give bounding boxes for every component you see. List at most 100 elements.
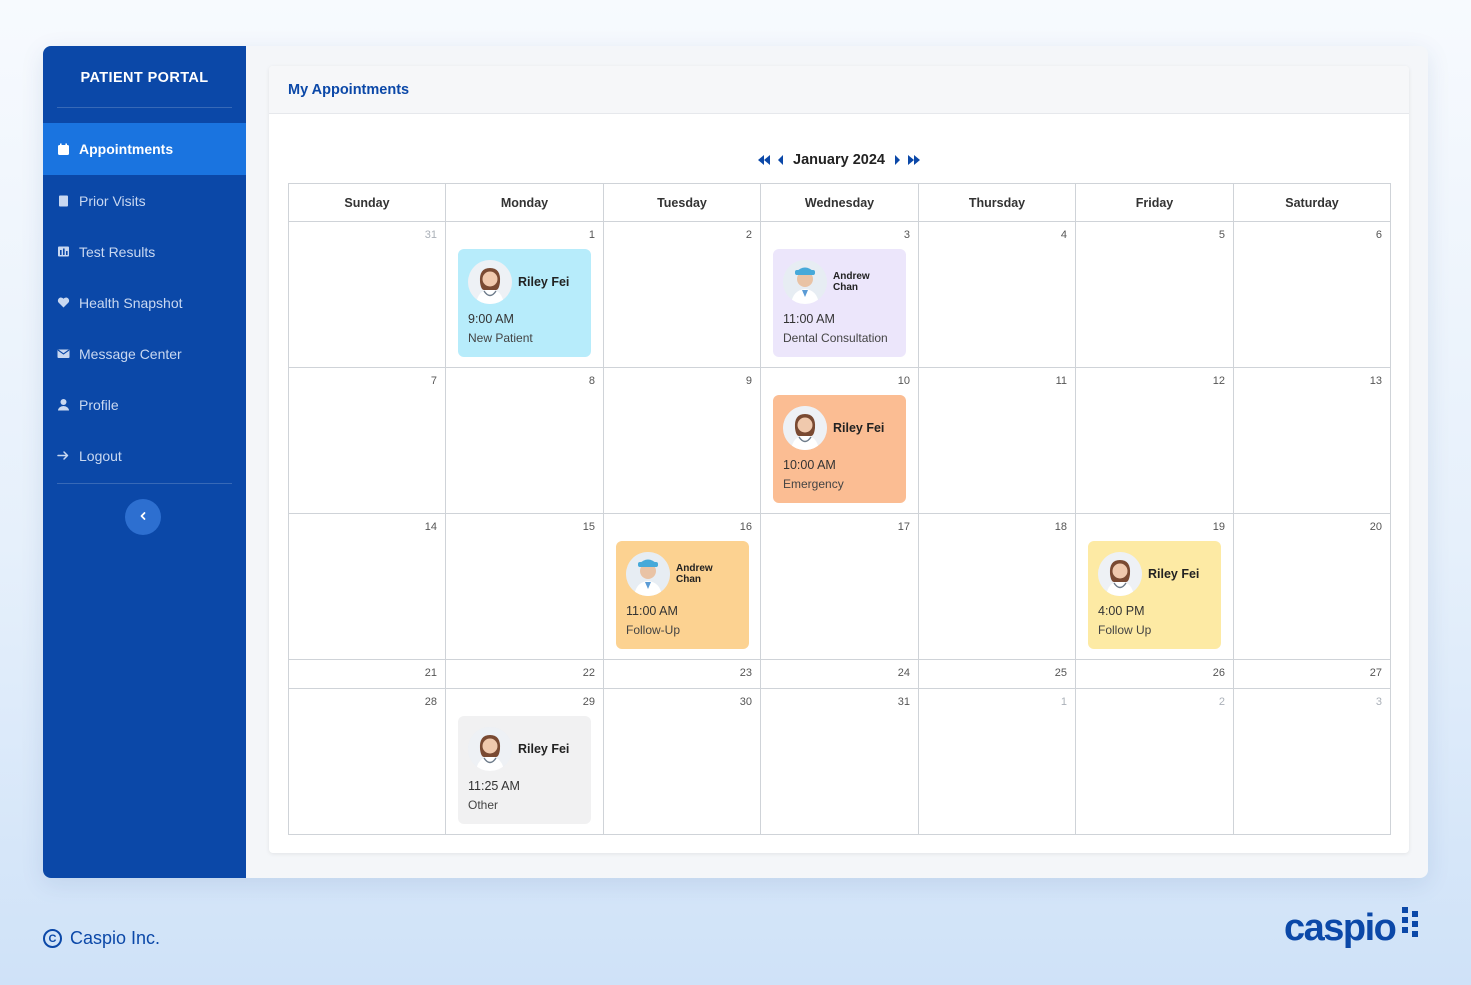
calendar-day-cell[interactable]: 29 Riley Fei 11:25 AM Other <box>446 689 604 834</box>
calendar-day-cell[interactable]: 2 <box>1076 689 1234 834</box>
sidebar-item-label: Message Center <box>79 345 182 362</box>
calendar-day-cell[interactable]: 22 <box>446 660 604 688</box>
calendar-week-row: 31 1 Riley Fei 9:00 AM New Patient 2 3 Andrew C… <box>289 222 1390 368</box>
sidebar-item-logout[interactable]: Logout <box>43 430 246 481</box>
calendar-day-cell[interactable]: 14 <box>289 514 446 659</box>
appointment-time: 11:00 AM <box>783 312 835 326</box>
calendar-day-cell[interactable]: 8 <box>446 368 604 513</box>
doctor-avatar <box>468 727 512 771</box>
calendar-day-cell[interactable]: 23 <box>604 660 761 688</box>
calendar-day-cell[interactable]: 20 <box>1234 514 1390 659</box>
appointment-provider: Riley Fei <box>468 726 581 772</box>
calendar-day-cell[interactable]: 16 Andrew Chan 11:00 AM Follow-Up <box>604 514 761 659</box>
day-number: 2 <box>745 229 752 241</box>
calendar-day-cell[interactable]: 1 <box>919 689 1076 834</box>
calendar-day-cell[interactable]: 7 <box>289 368 446 513</box>
doctor-avatar <box>783 260 827 304</box>
calendar-day-cell[interactable]: 21 <box>289 660 446 688</box>
calendar-day-cell[interactable]: 3 <box>1234 689 1390 834</box>
sidebar-item-test-results[interactable]: Test Results <box>43 226 246 277</box>
day-number: 11 <box>1055 375 1067 387</box>
calendar-week-row: 28 29 Riley Fei 11:25 AM Other 30 31 1 2 3 <box>289 689 1390 834</box>
chart-icon <box>57 245 70 258</box>
day-number: 6 <box>1375 229 1382 241</box>
clipboard-icon <box>57 194 70 207</box>
appointment-card[interactable]: Riley Fei 9:00 AM New Patient <box>458 249 591 357</box>
calendar-day-cell[interactable]: 31 <box>761 689 919 834</box>
calendar-day-cell[interactable]: 6 <box>1234 222 1390 367</box>
calendar-day-cell[interactable]: 4 <box>919 222 1076 367</box>
appointment-time: 10:00 AM <box>783 458 836 472</box>
sidebar-item-message-center[interactable]: Message Center <box>43 328 246 379</box>
weekday-header-thursday: Thursday <box>919 184 1076 221</box>
appointment-time: 11:25 AM <box>468 779 520 793</box>
calendar-day-cell[interactable]: 9 <box>604 368 761 513</box>
sidebar-item-label: Appointments <box>79 141 174 157</box>
calendar-day-cell[interactable]: 15 <box>446 514 604 659</box>
calendar-week-row: 21 22 23 24 25 26 27 <box>289 660 1390 689</box>
previous-month-icon[interactable] <box>777 154 785 166</box>
calendar-day-cell[interactable]: 3 Andrew Chan 11:00 AM Dental Consultation <box>761 222 919 367</box>
appointment-type: Other <box>468 798 499 812</box>
calendar-day-cell[interactable]: 13 <box>1234 368 1390 513</box>
calendar-navigation: January 2024 <box>269 150 1409 170</box>
day-number: 30 <box>739 696 752 708</box>
appointment-card[interactable]: Riley Fei 4:00 PM Follow Up <box>1088 541 1221 649</box>
appointment-type: Follow-Up <box>626 623 681 637</box>
appointment-card[interactable]: Riley Fei 10:00 AM Emergency <box>773 395 906 503</box>
calendar-day-cell[interactable]: 18 <box>919 514 1076 659</box>
calendar-day-cell[interactable]: 5 <box>1076 222 1234 367</box>
calendar-week-row: 14 15 16 Andrew Chan 11:00 AM Follow-Up 17 18 19… <box>289 514 1390 660</box>
copyright: C Caspio Inc. <box>43 928 160 949</box>
next-year-icon[interactable] <box>907 154 921 166</box>
calendar-day-cell[interactable]: 19 Riley Fei 4:00 PM Follow Up <box>1076 514 1234 659</box>
calendar-day-cell[interactable]: 12 <box>1076 368 1234 513</box>
doctor-name: Riley Fei <box>1148 567 1200 581</box>
doctor-name: Andrew Chan <box>676 563 713 585</box>
sidebar: PATIENT PORTAL Appointments Prior Visits T… <box>43 46 246 878</box>
day-number: 19 <box>1212 521 1225 533</box>
calendar-day-cell[interactable]: 31 <box>289 222 446 367</box>
calendar-day-cell[interactable]: 28 <box>289 689 446 834</box>
appointment-time: 11:00 AM <box>626 604 678 618</box>
calendar-day-cell[interactable]: 24 <box>761 660 919 688</box>
appointment-card[interactable]: Andrew Chan 11:00 AM Follow-Up <box>616 541 749 649</box>
day-number: 12 <box>1212 375 1225 387</box>
calendar-day-cell[interactable]: 30 <box>604 689 761 834</box>
sidebar-item-label: Test Results <box>79 243 156 260</box>
day-number: 20 <box>1369 521 1382 533</box>
calendar-day-cell[interactable]: 2 <box>604 222 761 367</box>
doctor-avatar <box>626 552 670 596</box>
calendar-day-cell[interactable]: 10 Riley Fei 10:00 AM Emergency <box>761 368 919 513</box>
weekday-header-row: Sunday Monday Tuesday Wednesday Thursday Frid… <box>289 184 1390 222</box>
appointment-card[interactable]: Riley Fei 11:25 AM Other <box>458 716 591 824</box>
calendar-day-cell[interactable]: 11 <box>919 368 1076 513</box>
calendar-day-cell[interactable]: 25 <box>919 660 1076 688</box>
doctor-avatar <box>1098 552 1142 596</box>
calendar-day-cell[interactable]: 26 <box>1076 660 1234 688</box>
day-number: 4 <box>1060 229 1067 241</box>
doctor-name: Riley Fei <box>833 421 885 435</box>
day-number: 13 <box>1369 375 1382 387</box>
next-month-icon[interactable] <box>893 154 901 166</box>
previous-year-icon[interactable] <box>757 154 771 166</box>
calendar-day-cell[interactable]: 27 <box>1234 660 1390 688</box>
day-number: 16 <box>739 521 752 533</box>
calendar-grid: Sunday Monday Tuesday Wednesday Thursday Frid… <box>288 183 1391 835</box>
doctor-avatar <box>468 260 512 304</box>
panel-title: My Appointments <box>269 66 1409 114</box>
collapse-sidebar-button[interactable] <box>125 499 161 535</box>
calendar-day-cell[interactable]: 1 Riley Fei 9:00 AM New Patient <box>446 222 604 367</box>
sidebar-item-prior-visits[interactable]: Prior Visits <box>43 175 246 226</box>
sidebar-item-health-snapshot[interactable]: Health Snapshot <box>43 277 246 328</box>
sidebar-nav: Appointments Prior Visits Test Results Heal… <box>43 123 246 481</box>
appointment-card[interactable]: Andrew Chan 11:00 AM Dental Consultation <box>773 249 906 357</box>
calendar-day-cell[interactable]: 17 <box>761 514 919 659</box>
sidebar-item-appointments[interactable]: Appointments <box>43 123 246 175</box>
envelope-icon <box>57 347 70 360</box>
day-number: 31 <box>424 229 437 241</box>
day-number: 5 <box>1218 229 1225 241</box>
copyright-text: Caspio Inc. <box>70 928 161 948</box>
logo-text: caspio <box>1284 906 1397 949</box>
sidebar-item-profile[interactable]: Profile <box>43 379 246 430</box>
